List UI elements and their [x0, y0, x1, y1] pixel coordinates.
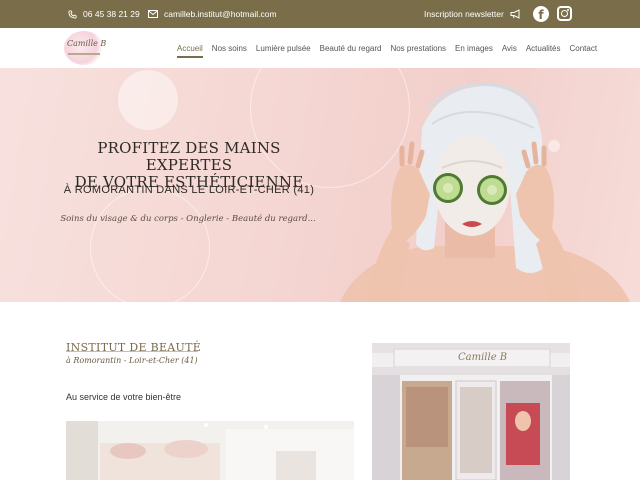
phone-icon: [68, 9, 77, 19]
nav-item-actualites[interactable]: Actualités: [526, 44, 561, 53]
logo-underline: [68, 53, 100, 55]
facebook-icon[interactable]: f: [533, 6, 549, 22]
top-contact-bar: 06 45 38 21 29 camilleb.institut@hotmail…: [0, 0, 640, 28]
nav-item-beaute-du-regard[interactable]: Beauté du regard: [320, 44, 382, 53]
email-link[interactable]: camilleb.institut@hotmail.com: [148, 0, 277, 28]
logo-text: Camille B: [67, 39, 107, 48]
decor-ring: [90, 188, 210, 302]
email-address: camilleb.institut@hotmail.com: [164, 9, 277, 19]
nav-item-en-images[interactable]: En images: [455, 44, 493, 53]
nav-item-nos-soins[interactable]: Nos soins: [212, 44, 247, 53]
main-navigation: Accueil Nos soins Lumière pulsée Beauté …: [177, 28, 606, 68]
nav-item-nos-prestations[interactable]: Nos prestations: [390, 44, 446, 53]
hero-woman-image: [340, 82, 630, 302]
nav-item-accueil[interactable]: Accueil: [177, 44, 203, 58]
instagram-icon[interactable]: [557, 6, 572, 21]
main-header: Camille B Accueil Nos soins Lumière puls…: [0, 28, 640, 68]
nav-item-lumiere-pulsee[interactable]: Lumière pulsée: [256, 44, 311, 53]
hero-banner: PROFITEZ DES MAINS EXPERTES DE VOTRE EST…: [0, 68, 640, 302]
hero-tagline: Soins du visage & du corps - Onglerie - …: [60, 214, 316, 224]
section-title: INSTITUT DE BEAUTÉ: [66, 341, 202, 354]
section-title-underline: [66, 351, 198, 352]
salon-interior-photo: [66, 421, 354, 480]
nav-item-avis[interactable]: Avis: [502, 44, 517, 53]
service-text: Au service de votre bien-être: [66, 392, 182, 402]
megaphone-icon: [510, 9, 520, 19]
hero-subtitle: À ROMORANTIN DANS LE LOIR-ET-CHER (41): [63, 184, 315, 196]
salon-interior-image: [66, 421, 354, 480]
newsletter-link[interactable]: Inscription newsletter: [424, 0, 522, 28]
phone-link[interactable]: 06 45 38 21 29: [68, 0, 140, 28]
decor-bubble: [118, 70, 178, 130]
hero-title-line-1: PROFITEZ DES MAINS EXPERTES: [97, 139, 281, 174]
shop-sign: Camille B: [458, 352, 508, 363]
nav-item-contact[interactable]: Contact: [570, 44, 598, 53]
newsletter-label: Inscription newsletter: [424, 9, 504, 19]
phone-number: 06 45 38 21 29: [83, 9, 140, 19]
shop-front-photo: Camille B: [372, 343, 570, 480]
shop-front-image: [372, 343, 570, 480]
mail-icon: [148, 10, 158, 18]
section-subtitle: à Romorantin - Loir-et-Cher (41): [66, 356, 198, 365]
site-logo[interactable]: Camille B: [64, 31, 107, 65]
